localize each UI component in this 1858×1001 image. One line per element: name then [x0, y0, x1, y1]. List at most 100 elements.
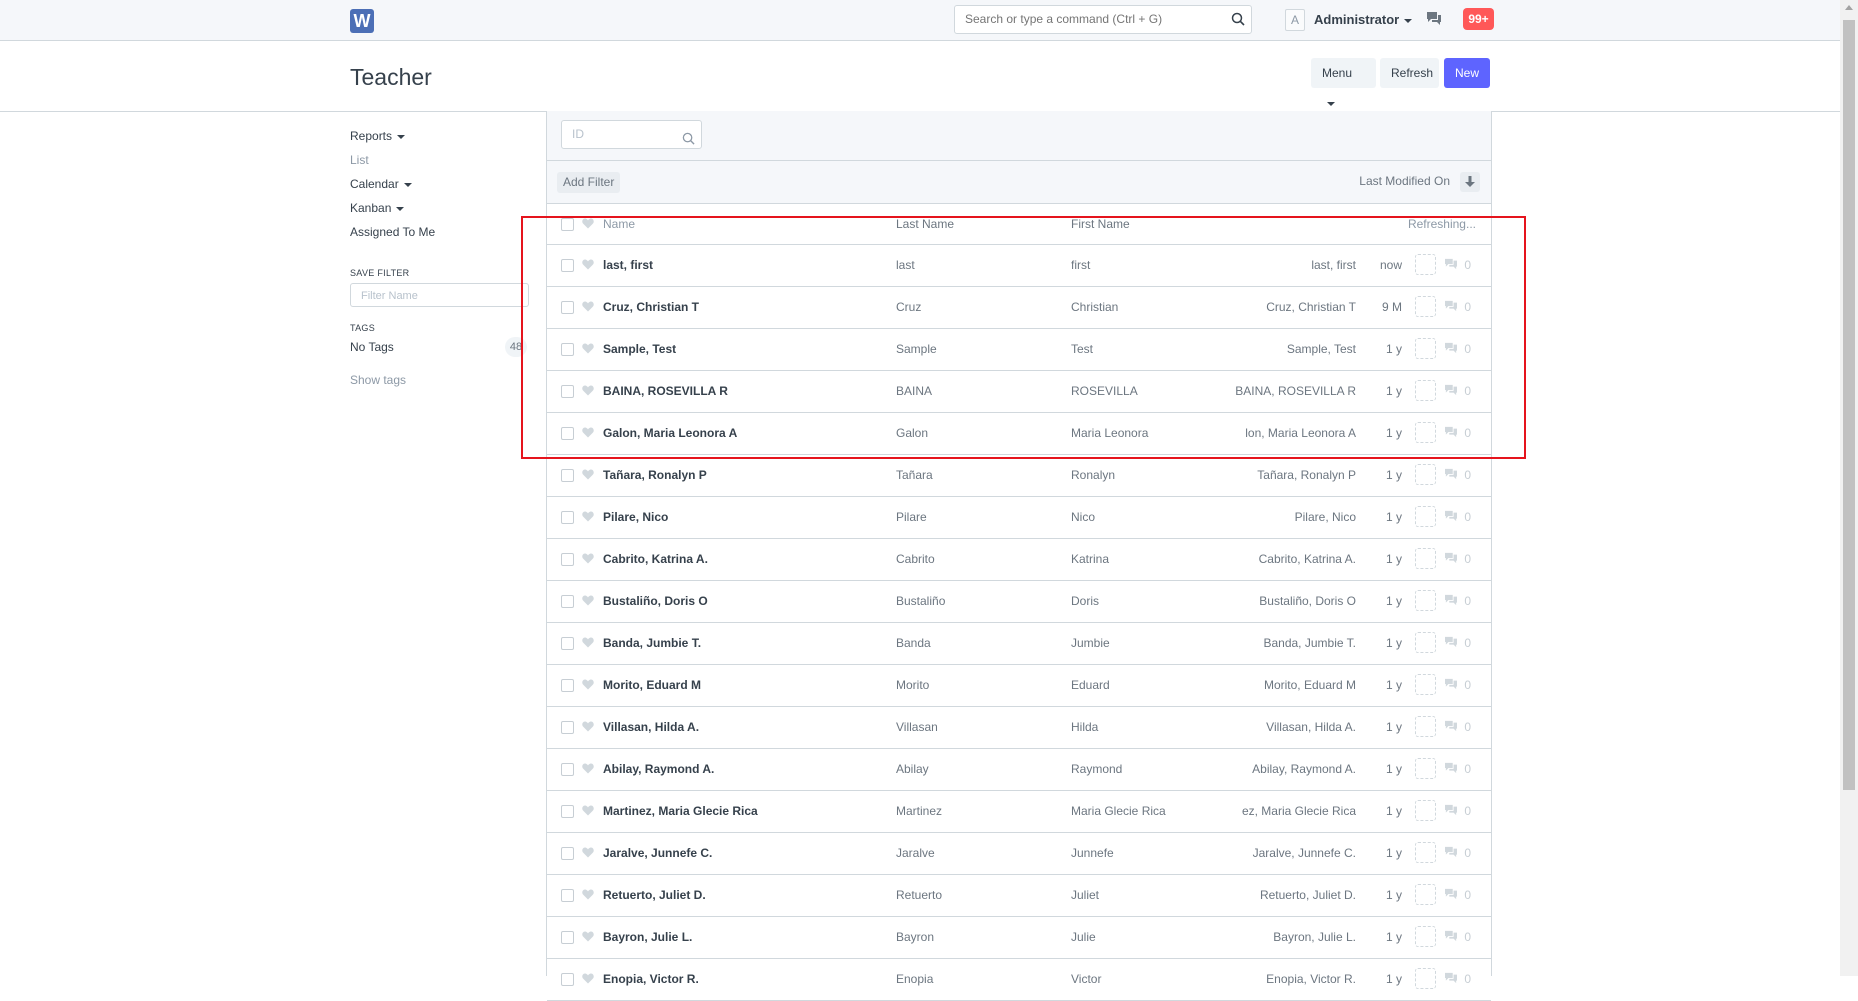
- row-name-link[interactable]: Sample, Test: [603, 342, 676, 356]
- heart-icon[interactable]: [582, 889, 594, 903]
- assign-avatar-placeholder[interactable]: [1415, 674, 1436, 695]
- row-checkbox[interactable]: [561, 259, 574, 272]
- row-name-link[interactable]: Cabrito, Katrina A.: [603, 552, 708, 566]
- assign-avatar-placeholder[interactable]: [1415, 968, 1436, 989]
- assign-avatar-placeholder[interactable]: [1415, 800, 1436, 821]
- row-name-link[interactable]: Cruz, Christian T: [603, 300, 699, 314]
- row-checkbox[interactable]: [561, 721, 574, 734]
- search-icon[interactable]: [1231, 12, 1245, 31]
- heart-icon[interactable]: [582, 931, 594, 945]
- row-name-link[interactable]: Martinez, Maria Glecie Rica: [603, 804, 758, 818]
- heart-icon[interactable]: [582, 763, 594, 777]
- assign-avatar-placeholder[interactable]: [1415, 296, 1436, 317]
- assign-avatar-placeholder[interactable]: [1415, 254, 1436, 275]
- table-row[interactable]: Cabrito, Katrina A. Cabrito Katrina Cabrito…: [547, 539, 1491, 581]
- app-logo[interactable]: W: [350, 9, 374, 33]
- assign-avatar-placeholder[interactable]: [1415, 506, 1436, 527]
- user-avatar[interactable]: A: [1285, 9, 1305, 31]
- assign-avatar-placeholder[interactable]: [1415, 926, 1436, 947]
- table-row[interactable]: Martinez, Maria Glecie Rica Martinez Maria…: [547, 791, 1491, 833]
- row-name-link[interactable]: Banda, Jumbie T.: [603, 636, 701, 650]
- row-checkbox[interactable]: [561, 343, 574, 356]
- heart-icon[interactable]: [582, 259, 594, 273]
- row-checkbox[interactable]: [561, 427, 574, 440]
- awesomebar-search[interactable]: [954, 5, 1252, 34]
- row-checkbox[interactable]: [561, 637, 574, 650]
- row-name-link[interactable]: Enopia, Victor R.: [603, 972, 699, 986]
- table-row[interactable]: Abilay, Raymond A. Abilay Raymond Abilay, R…: [547, 749, 1491, 791]
- table-row[interactable]: Sample, Test Sample Test Sample, Test 1 y 0: [547, 329, 1491, 371]
- page-scrollbar[interactable]: [1840, 0, 1858, 976]
- row-checkbox[interactable]: [561, 763, 574, 776]
- sidebar-item-list[interactable]: List: [350, 150, 530, 174]
- row-name-link[interactable]: Bayron, Julie L.: [603, 930, 692, 944]
- assign-avatar-placeholder[interactable]: [1415, 422, 1436, 443]
- heart-icon[interactable]: [582, 301, 594, 315]
- heart-icon[interactable]: [582, 553, 594, 567]
- refresh-button[interactable]: Refresh: [1380, 58, 1439, 88]
- heart-icon[interactable]: [582, 427, 594, 441]
- heart-icon[interactable]: [582, 679, 594, 693]
- row-name-link[interactable]: Bustaliño, Doris O: [603, 594, 708, 608]
- table-row[interactable]: Pilare, Nico Pilare Nico Pilare, Nico 1 y 0: [547, 497, 1491, 539]
- assign-avatar-placeholder[interactable]: [1415, 590, 1436, 611]
- row-checkbox[interactable]: [561, 805, 574, 818]
- heart-icon[interactable]: [582, 721, 594, 735]
- row-checkbox[interactable]: [561, 595, 574, 608]
- assign-avatar-placeholder[interactable]: [1415, 842, 1436, 863]
- row-checkbox[interactable]: [561, 889, 574, 902]
- row-checkbox[interactable]: [561, 511, 574, 524]
- row-name-link[interactable]: Pilare, Nico: [603, 510, 668, 524]
- add-filter-button[interactable]: Add Filter: [557, 172, 621, 193]
- assign-avatar-placeholder[interactable]: [1415, 758, 1436, 779]
- table-row[interactable]: BAINA, ROSEVILLA R BAINA ROSEVILLA BAINA, R…: [547, 371, 1491, 413]
- assign-avatar-placeholder[interactable]: [1415, 338, 1436, 359]
- table-row[interactable]: last, first last first last, first now 0: [547, 245, 1491, 287]
- id-filter-input[interactable]: ID: [561, 120, 702, 149]
- row-checkbox[interactable]: [561, 385, 574, 398]
- row-checkbox[interactable]: [561, 679, 574, 692]
- row-checkbox[interactable]: [561, 973, 574, 986]
- sidebar-item-calendar[interactable]: Calendar: [350, 174, 530, 198]
- sidebar-item-assigned-to-me[interactable]: Assigned To Me: [350, 222, 530, 246]
- notifications-badge[interactable]: 99+: [1463, 8, 1494, 30]
- show-tags-link[interactable]: Show tags: [350, 373, 530, 387]
- sort-selector[interactable]: Last Modified On: [1359, 174, 1450, 188]
- table-row[interactable]: Villasan, Hilda A. Villasan Hilda Villasan,…: [547, 707, 1491, 749]
- user-menu[interactable]: Administrator: [1314, 12, 1413, 27]
- assign-avatar-placeholder[interactable]: [1415, 380, 1436, 401]
- row-name-link[interactable]: Jaralve, Junnefe C.: [603, 846, 712, 860]
- heart-icon[interactable]: [582, 218, 594, 232]
- filter-name-input[interactable]: Filter Name: [350, 283, 529, 307]
- menu-button[interactable]: Menu: [1311, 58, 1376, 106]
- assign-avatar-placeholder[interactable]: [1415, 548, 1436, 569]
- heart-icon[interactable]: [582, 511, 594, 525]
- table-row[interactable]: Bustaliño, Doris O Bustaliño Doris Bustaliñ…: [547, 581, 1491, 623]
- assign-avatar-placeholder[interactable]: [1415, 884, 1436, 905]
- scroll-up-arrow-icon[interactable]: [1845, 5, 1853, 10]
- heart-icon[interactable]: [582, 847, 594, 861]
- heart-icon[interactable]: [582, 385, 594, 399]
- row-name-link[interactable]: Villasan, Hilda A.: [603, 720, 699, 734]
- row-checkbox[interactable]: [561, 469, 574, 482]
- row-checkbox[interactable]: [561, 847, 574, 860]
- scrollbar-thumb[interactable]: [1843, 20, 1855, 790]
- heart-icon[interactable]: [582, 343, 594, 357]
- sidebar-item-kanban[interactable]: Kanban: [350, 198, 530, 222]
- row-name-link[interactable]: Tañara, Ronalyn P: [603, 468, 707, 482]
- table-row[interactable]: Enopia, Victor R. Enopia Victor Enopia, Vic…: [547, 959, 1491, 1001]
- row-name-link[interactable]: Abilay, Raymond A.: [603, 762, 714, 776]
- new-button[interactable]: New: [1444, 58, 1490, 88]
- table-row[interactable]: Bayron, Julie L. Bayron Julie Bayron, Julie…: [547, 917, 1491, 959]
- sort-order-button[interactable]: [1460, 172, 1480, 192]
- table-row[interactable]: Jaralve, Junnefe C. Jaralve Junnefe Jaralve…: [547, 833, 1491, 875]
- table-row[interactable]: Banda, Jumbie T. Banda Jumbie Banda, Jumbie…: [547, 623, 1491, 665]
- table-row[interactable]: Cruz, Christian T Cruz Christian Cruz, Chri…: [547, 287, 1491, 329]
- heart-icon[interactable]: [582, 637, 594, 651]
- heart-icon[interactable]: [582, 805, 594, 819]
- assign-avatar-placeholder[interactable]: [1415, 716, 1436, 737]
- row-name-link[interactable]: Morito, Eduard M: [603, 678, 701, 692]
- table-row[interactable]: Galon, Maria Leonora A Galon Maria Leonora…: [547, 413, 1491, 455]
- row-checkbox[interactable]: [561, 553, 574, 566]
- row-name-link[interactable]: BAINA, ROSEVILLA R: [603, 384, 728, 398]
